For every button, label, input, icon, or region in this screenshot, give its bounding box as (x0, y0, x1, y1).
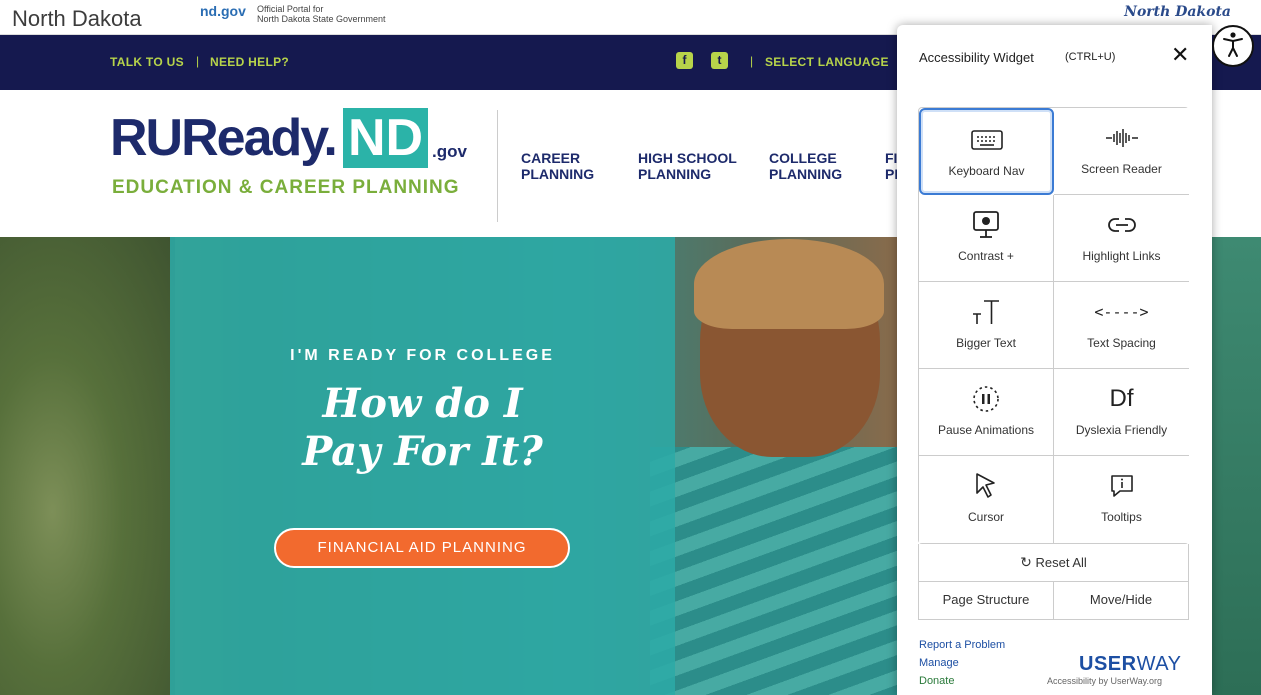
hero-title-line-1: How do I (322, 380, 523, 427)
reset-label: Reset All (1035, 555, 1087, 570)
state-name[interactable]: North Dakota (12, 6, 142, 32)
hero-kicker: I'M READY FOR COLLEGE (290, 347, 555, 364)
widget-shortcut: (CTRL+U) (1065, 51, 1116, 63)
keyboard-icon (921, 124, 1052, 156)
pause-animations-icon (919, 383, 1053, 415)
tile-tooltips[interactable]: Tooltips (1054, 456, 1189, 543)
manage-link[interactable]: Manage (919, 657, 959, 669)
facebook-icon[interactable]: f (676, 52, 693, 69)
accessibility-person-icon (1218, 29, 1248, 64)
move-hide-button[interactable]: Move/Hide (1053, 582, 1189, 620)
menu-label: PLANNING (638, 166, 712, 182)
hero-title-line-2: Pay For It? (302, 428, 543, 475)
tile-bigger-text[interactable]: Bigger Text (919, 282, 1054, 369)
talk-to-us-link[interactable]: TALK TO US (110, 55, 184, 69)
tile-text-spacing[interactable]: <----> Text Spacing (1054, 282, 1189, 369)
userway-logo[interactable]: USERWAY (1079, 653, 1181, 676)
menu-label: HIGH SCHOOL (638, 150, 737, 166)
cursor-icon (919, 470, 1053, 502)
menu-label: CAREER (521, 150, 581, 166)
soundwave-icon (1054, 122, 1189, 154)
tile-label: Pause Animations (937, 423, 1035, 437)
reset-all-button[interactable]: ↻ Reset All (918, 544, 1189, 582)
bigger-text-icon (919, 296, 1053, 328)
tile-label: Contrast + (958, 249, 1014, 263)
text-spacing-glyph: <----> (1094, 303, 1149, 321)
refresh-icon: ↻ (1020, 554, 1032, 570)
tile-pause-animations[interactable]: Pause Animations (919, 369, 1054, 456)
portal-line-1: Official Portal for (257, 4, 324, 14)
logo-gov: .gov (432, 142, 467, 161)
portal-tagline: Official Portal for North Dakota State G… (257, 4, 386, 24)
header-divider (497, 110, 498, 222)
menu-career-planning[interactable]: CAREER PLANNING (521, 150, 594, 182)
tile-contrast[interactable]: Contrast + (919, 195, 1054, 282)
portal-line-2: North Dakota State Government (257, 14, 386, 24)
tile-keyboard-nav[interactable]: Keyboard Nav (919, 108, 1054, 195)
donate-link[interactable]: Donate (919, 675, 954, 687)
nav-separator: | (196, 54, 200, 68)
text-spacing-icon: <----> (1054, 296, 1189, 328)
nav-separator: | (750, 54, 754, 68)
twitter-icon[interactable]: t (711, 52, 728, 69)
north-dakota-script-logo[interactable]: North Dakota (1124, 4, 1231, 20)
report-problem-link[interactable]: Report a Problem (919, 639, 1005, 651)
tile-label: Keyboard Nav (948, 164, 1025, 178)
logo-tagline: EDUCATION & CAREER PLANNING (112, 177, 460, 198)
tile-label: Bigger Text (956, 336, 1016, 350)
accessibility-trigger-button[interactable] (1212, 25, 1254, 67)
widget-tiles-grid: Keyboard Nav Screen Reader Contrast + Hi (918, 107, 1189, 544)
tile-cursor[interactable]: Cursor (919, 456, 1054, 543)
userway-tagline: Accessibility by UserWay.org (1047, 676, 1163, 686)
brand-light: WAY (1136, 653, 1182, 675)
tile-highlight-links[interactable]: Highlight Links (1054, 195, 1189, 282)
brand-bold: USER (1079, 653, 1137, 675)
hero-title: How do I Pay For It? (170, 380, 675, 476)
nd-gov-logo[interactable]: nd.gov (200, 3, 246, 19)
tile-label: Dyslexia Friendly (1075, 423, 1168, 437)
menu-label: COLLEGE (769, 150, 837, 166)
accessibility-widget: Accessibility Widget (CTRL+U) ✕ Keyboard… (897, 25, 1212, 695)
menu-college-planning[interactable]: COLLEGE PLANNING (769, 150, 842, 182)
tile-label: Screen Reader (1081, 162, 1162, 176)
dyslexia-icon: Df (1054, 383, 1189, 415)
tile-label: Tooltips (1101, 510, 1142, 524)
tile-label: Highlight Links (1082, 249, 1161, 263)
tooltip-icon (1054, 470, 1189, 502)
widget-title: Accessibility Widget (919, 50, 1034, 65)
tile-screen-reader[interactable]: Screen Reader (1054, 108, 1189, 195)
logo-ruready[interactable]: RUReady. (110, 108, 338, 168)
hero-person-hair (694, 239, 884, 329)
contrast-monitor-icon (919, 209, 1053, 241)
dyslexia-glyph: Df (1109, 385, 1134, 412)
menu-label: PLANNING (521, 166, 595, 182)
hero-person-shirt (650, 447, 910, 695)
menu-label: PLANNING (769, 166, 843, 182)
tile-label: Cursor (967, 510, 1004, 524)
financial-aid-planning-button[interactable]: FINANCIAL AID PLANNING (274, 528, 570, 568)
hero-background-photo (0, 237, 175, 695)
need-help-link[interactable]: NEED HELP? (210, 55, 289, 69)
page: North Dakota nd.gov Official Portal for … (0, 0, 1261, 695)
tile-dyslexia-friendly[interactable]: Df Dyslexia Friendly (1054, 369, 1189, 456)
menu-high-school-planning[interactable]: HIGH SCHOOL PLANNING (638, 150, 737, 182)
select-language-link[interactable]: SELECT LANGUAGE (765, 55, 889, 69)
link-icon (1054, 209, 1189, 241)
tile-label: Text Spacing (1087, 336, 1156, 350)
logo-nd-badge[interactable]: ND (343, 108, 428, 168)
close-icon[interactable]: ✕ (1171, 43, 1189, 67)
page-structure-button[interactable]: Page Structure (918, 582, 1054, 620)
